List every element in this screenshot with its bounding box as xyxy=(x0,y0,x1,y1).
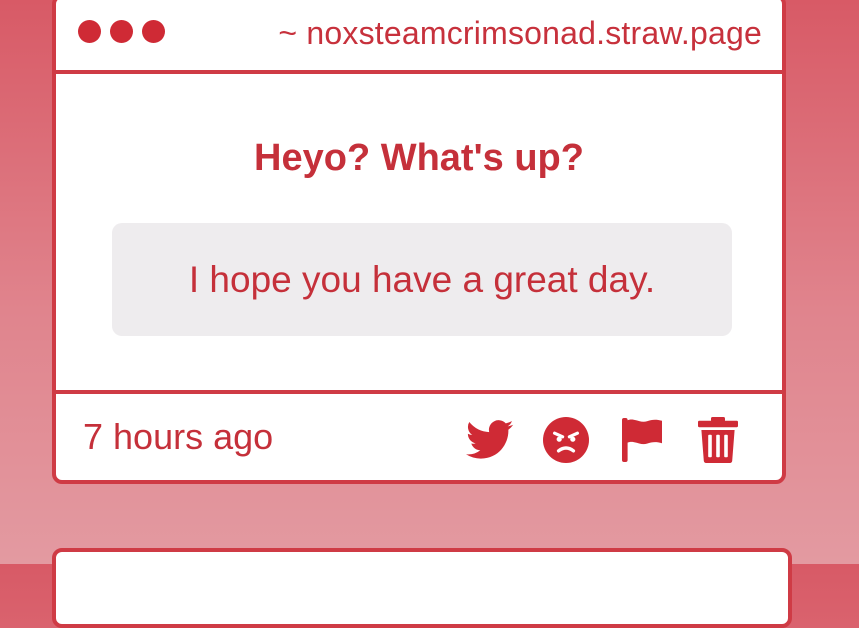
card-footer: 7 hours ago xyxy=(56,394,782,480)
question-text: Heyo? What's up? xyxy=(254,137,584,179)
window-dot xyxy=(142,20,165,43)
trash-icon xyxy=(698,417,738,463)
post-card: ~ noxsteamcrimsonad.straw.page Heyo? Wha… xyxy=(52,0,786,484)
answer-box: I hope you have a great day. xyxy=(112,223,732,336)
post-actions xyxy=(466,416,742,464)
answer-text: I hope you have a great day. xyxy=(188,258,656,300)
next-post-card xyxy=(52,548,792,628)
card-header: ~ noxsteamcrimsonad.straw.page xyxy=(56,0,782,74)
window-dots xyxy=(78,20,165,43)
window-dot xyxy=(110,20,133,43)
delete-button[interactable] xyxy=(694,416,742,464)
report-button[interactable] xyxy=(618,416,666,464)
twitter-share-button[interactable] xyxy=(466,416,514,464)
post-timestamp: 7 hours ago xyxy=(83,416,274,457)
angry-reaction-button[interactable] xyxy=(542,416,590,464)
twitter-bird-icon xyxy=(466,420,514,459)
card-body: Heyo? What's up? I hope you have a great… xyxy=(56,74,782,394)
angry-face-icon xyxy=(543,417,589,463)
flag-icon xyxy=(622,418,662,462)
window-dot xyxy=(78,20,101,43)
page-url[interactable]: ~ noxsteamcrimsonad.straw.page xyxy=(278,13,762,53)
